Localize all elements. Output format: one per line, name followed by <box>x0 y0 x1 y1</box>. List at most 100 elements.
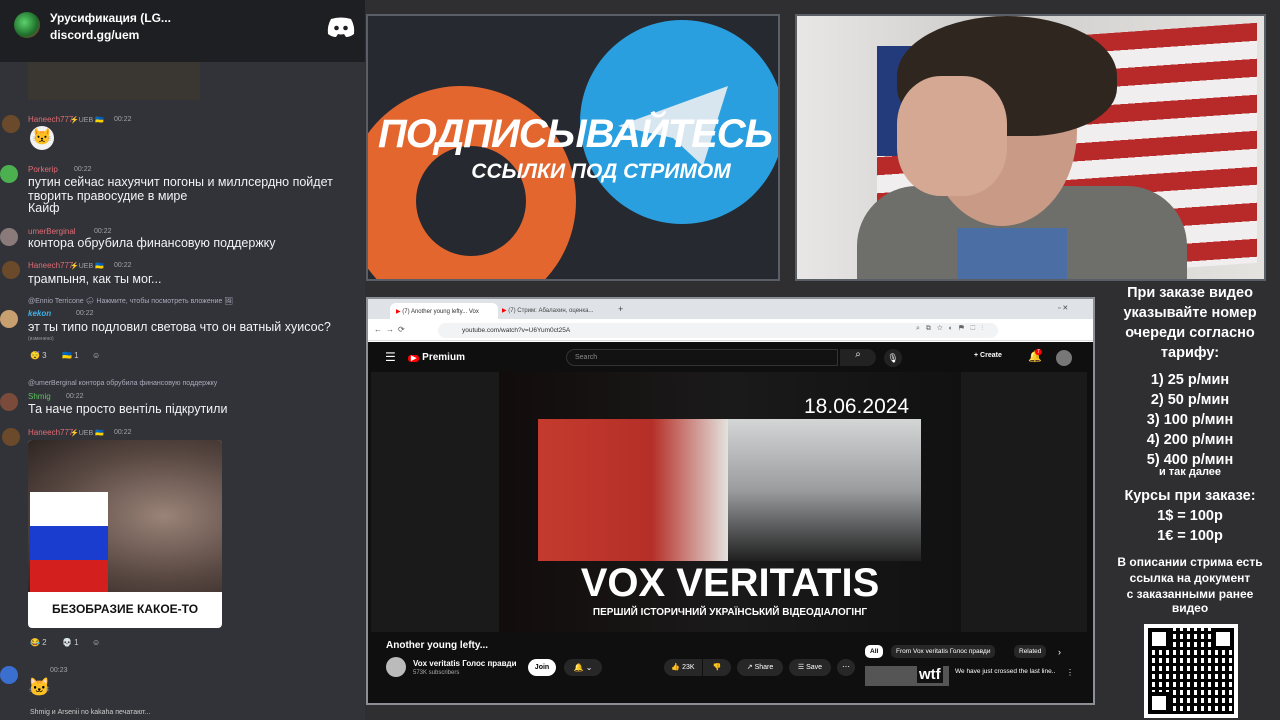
image-attachment[interactable]: БЕЗОБРАЗИЕ КАКОЕ-ТО <box>28 440 222 628</box>
rate-line: 1€ = 100р <box>1157 528 1223 544</box>
server-name: Урусификация (LG... <box>50 11 171 25</box>
reply-reference[interactable]: @Ennio Terricone 🌧 Нажмите, чтобы посмот… <box>28 297 233 305</box>
dislike-button[interactable]: 👎 <box>703 659 731 676</box>
timestamp: 00:23 <box>50 667 68 674</box>
chevron-right-icon[interactable]: › <box>1058 647 1061 657</box>
tab-inactive[interactable]: ▶ (7) Стрим: Абалахин, оценка... <box>502 307 596 314</box>
username[interactable]: Haneech777 <box>28 261 73 270</box>
video-left-person <box>538 419 728 561</box>
subscribe-bell-dropdown[interactable]: 🔔 ⌄ <box>564 659 602 676</box>
timestamp: 00:22 <box>114 116 132 123</box>
join-button[interactable]: Join <box>528 659 556 676</box>
invite-link[interactable]: discord.gg/uem <box>50 28 139 42</box>
flag-red-stripe <box>30 560 108 592</box>
subscribe-headline: ПОДПИСЫВАЙТЕСЬ <box>377 112 773 156</box>
username[interactable]: Porkerip <box>28 165 58 174</box>
avatar <box>0 228 18 246</box>
extension-icons[interactable]: ⌕⧉☆◐⚑⬚⋮ <box>916 325 989 333</box>
qr-finder <box>1148 628 1170 650</box>
create-button[interactable]: + Create <box>974 352 1002 359</box>
reaction[interactable]: 🇺🇦 1 <box>62 351 79 360</box>
reaction[interactable]: 😂 2 <box>30 638 47 647</box>
qr-finder <box>1148 692 1170 714</box>
webcam-feed <box>795 14 1266 281</box>
reaction[interactable]: ☺ <box>92 638 100 647</box>
desc-line: с заказанными ранее <box>1126 587 1254 601</box>
username[interactable]: Haneech777 <box>28 428 73 437</box>
url-text: youtube.com/watch?v=U6Yum0ct25A <box>462 327 571 334</box>
message-text: путин сейчас нахуячит погоны и миллсердн… <box>28 175 333 203</box>
intro-line: тарифу: <box>1160 345 1220 361</box>
etc-note: и так далее <box>1158 466 1222 478</box>
qr-code[interactable] <box>1144 624 1238 718</box>
share-button[interactable]: ↗ Share <box>737 659 783 676</box>
tab-title: (7) Another young lefty... Vox <box>402 309 479 315</box>
share-label: Share <box>754 664 774 671</box>
browser-window: ▶ (7) Another young lefty... Vox ▶ (7) С… <box>366 297 1095 705</box>
avatar <box>0 393 18 411</box>
tariff-line: 4) 200 р/мин <box>1146 432 1234 448</box>
menu-icon[interactable]: ☰ <box>385 350 396 364</box>
account-avatar[interactable] <box>1056 350 1072 366</box>
reaction[interactable]: 💀 1 <box>62 638 79 647</box>
tab-active[interactable]: ▶ (7) Another young lefty... Vox <box>390 303 498 319</box>
youtube-logo[interactable]: ▶ Premium <box>408 352 465 363</box>
channel-name[interactable]: Vox veritatis Голос правди <box>413 659 517 668</box>
search-placeholder: Search <box>575 354 598 361</box>
channel-avatar[interactable] <box>386 657 406 677</box>
promo-banner: ПОДПИСЫВАЙТЕСЬ ССЫЛКИ ПОД СТРИМОМ <box>366 14 780 281</box>
username[interactable]: kekon <box>28 309 51 318</box>
emoji-sticker: 😾 <box>30 126 54 150</box>
rec-thumb-text: wtf <box>917 666 943 683</box>
person-shirt <box>957 228 1067 279</box>
more-actions-button[interactable]: ⋯ <box>837 659 855 676</box>
intro-line: очереди согласно <box>1125 325 1255 341</box>
tariff-line: 3) 100 р/мин <box>1146 412 1234 428</box>
intro-line: указывайте номер <box>1123 305 1257 321</box>
like-count: 23K <box>682 664 695 671</box>
save-button[interactable]: ☰ Save <box>789 659 831 676</box>
timestamp: 00:22 <box>66 393 84 400</box>
tab-title: (7) Стрим: Абалахин, оценка... <box>508 308 594 314</box>
nav-buttons[interactable]: ←→⟳ <box>374 325 409 334</box>
video-overlay-title: VOX VERITATIS <box>580 561 880 605</box>
video-title: Another young lefty... <box>386 640 489 651</box>
search-button[interactable]: ⌕ <box>840 349 876 366</box>
message-text: трампыня, как ты мог... <box>28 272 162 286</box>
rec-title[interactable]: We have just crossed the last line.. <box>955 667 1060 676</box>
message-text: Кайф <box>28 201 60 215</box>
search-input[interactable]: Search <box>566 349 838 366</box>
emoji-sticker: 🐱 <box>28 677 51 697</box>
create-label: Create <box>980 352 1002 359</box>
timestamp: 00:22 <box>74 166 92 173</box>
mic-icon[interactable]: 🎙 <box>884 349 902 367</box>
address-bar[interactable]: youtube.com/watch?v=U6Yum0ct25A <box>438 323 998 338</box>
links-subheadline: ССЫЛКИ ПОД СТРИМОМ <box>471 160 731 183</box>
youtube-logo-text: Premium <box>422 352 465 363</box>
reaction[interactable]: ☺ <box>92 351 100 360</box>
discord-header: Урусификация (LG... discord.gg/uem <box>0 0 365 62</box>
window-controls[interactable]: ▫ ✕ <box>1058 304 1068 312</box>
message-text: Та наче просто вентіль підкрутили <box>28 402 228 416</box>
intro-line: При заказе видео <box>1127 285 1253 301</box>
reply-reference[interactable]: @umerBerginal контора обрубила финансову… <box>28 380 217 387</box>
qr-finder <box>1212 628 1234 650</box>
previous-image-fragment <box>28 62 200 100</box>
chip-all[interactable]: All <box>865 645 884 658</box>
message-text: эт ты типо подловил светова что он ватны… <box>28 320 331 334</box>
like-button[interactable]: 👍 23K <box>664 659 702 676</box>
rec-thumbnail[interactable]: wtf <box>865 666 949 686</box>
username[interactable]: umerBerginal <box>28 227 76 236</box>
tariff-line: 1) 25 р/мин <box>1150 372 1230 388</box>
new-tab-button[interactable]: + <box>618 304 623 314</box>
reaction[interactable]: 😴 3 <box>30 351 47 360</box>
rec-more-icon[interactable]: ⋮ <box>1066 668 1074 677</box>
chip-related[interactable]: Related <box>1014 645 1047 658</box>
desc-line: В описании стрима есть <box>1117 555 1263 569</box>
username[interactable]: Haneech777 <box>28 115 73 124</box>
username[interactable]: Shmig <box>28 392 51 401</box>
avatar <box>2 261 20 279</box>
user-badges: ⚡UEB 🇺🇦 <box>70 430 104 437</box>
flag-white-stripe <box>30 492 108 526</box>
chip-from-channel[interactable]: From Vox veritatis Голос правди <box>891 645 996 658</box>
